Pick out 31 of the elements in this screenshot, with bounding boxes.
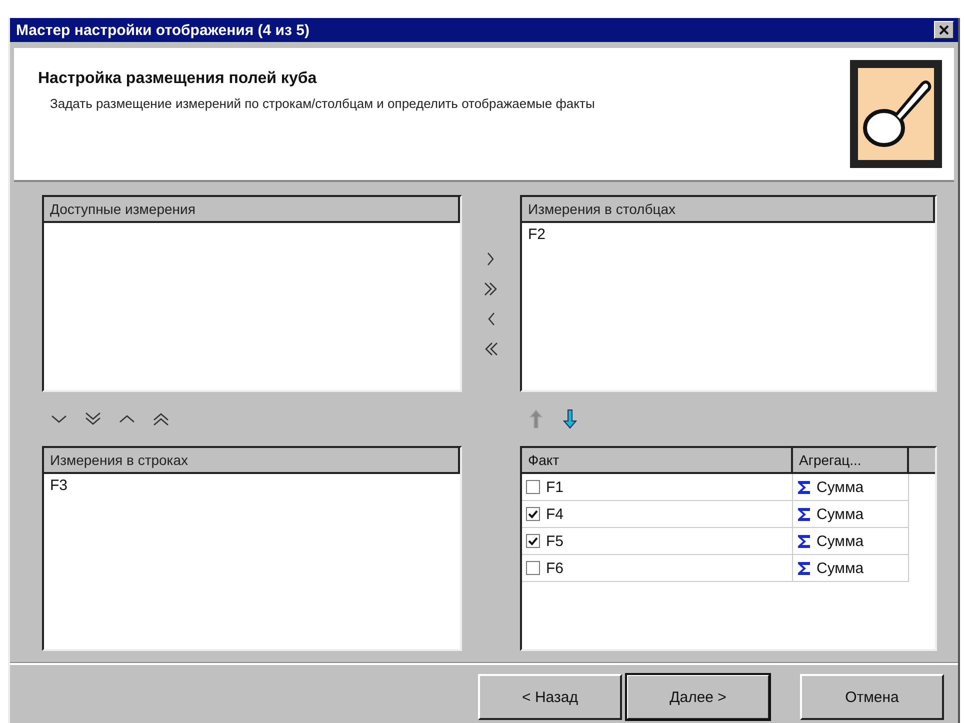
window-title: Мастер настройки отображения (4 из 5) <box>16 22 310 38</box>
aggregation-value: Сумма <box>816 532 864 550</box>
column-header[interactable]: Факт <box>522 448 792 473</box>
dialog-button[interactable]: Далее > <box>626 674 770 720</box>
dialog-button[interactable]: Отмена <box>800 674 944 720</box>
aggregation-value: Сумма <box>816 478 864 496</box>
aggregation-value: Сумма <box>816 506 864 522</box>
sigma-icon <box>796 480 810 494</box>
fact-name: F5 <box>546 532 564 550</box>
checkbox[interactable] <box>526 561 540 575</box>
column-header[interactable]: Измерения в строках <box>44 448 460 474</box>
column-header[interactable]: Агрегац... <box>792 448 908 473</box>
checkbox[interactable] <box>526 480 540 494</box>
list-item[interactable]: F3 <box>44 474 460 497</box>
sigma-icon <box>796 560 810 576</box>
close-icon[interactable] <box>934 21 954 39</box>
column-header[interactable]: Доступные измерения <box>44 197 460 223</box>
step-description: Задать размещение измерений по строкам/столбцам и определить отображаемые факты <box>49 95 596 113</box>
frying-pan-icon <box>850 60 942 168</box>
checkbox[interactable] <box>526 534 540 548</box>
fact-name: F1 <box>546 478 564 496</box>
dialog-button[interactable]: < Назад <box>478 674 622 720</box>
column-header[interactable]: Измерения в столбцах <box>522 197 935 223</box>
checkbox[interactable] <box>526 507 540 521</box>
sigma-icon <box>796 506 810 522</box>
aggregation-value: Сумма <box>816 560 864 576</box>
step-title: Настройка размещения полей куба <box>38 70 318 88</box>
fact-name: F6 <box>546 560 564 576</box>
sigma-icon <box>796 534 810 548</box>
list-item[interactable]: F2 <box>522 223 935 246</box>
fact-name: F4 <box>546 506 564 522</box>
